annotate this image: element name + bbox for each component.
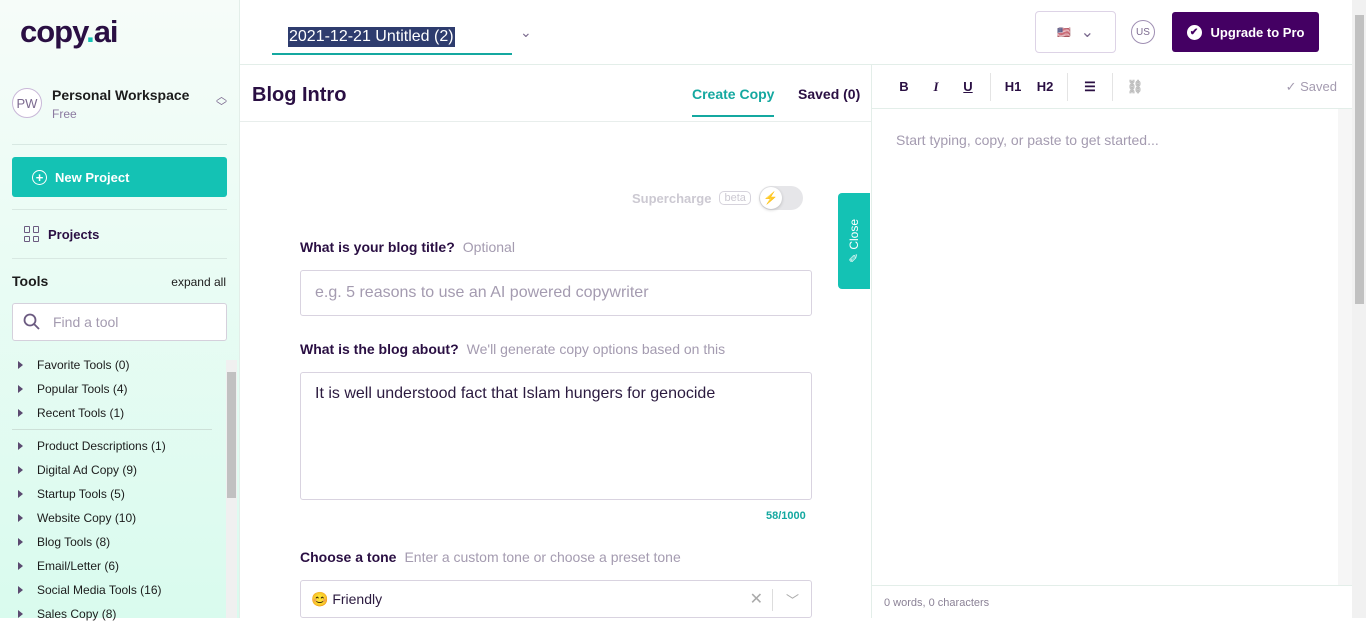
supercharge-toggle-group: Supercharge beta ⚡ [632, 186, 803, 210]
tool-category-item[interactable]: Digital Ad Copy (9) [12, 458, 222, 482]
editor-placeholder[interactable]: Start typing, copy, or paste to get star… [896, 132, 1159, 148]
tool-category-item[interactable]: Sales Copy (8) [12, 602, 222, 626]
verified-badge-icon: ✔ [1186, 24, 1202, 40]
sidebar-scrollbar[interactable] [226, 360, 237, 618]
workspace-name: Personal Workspace [52, 87, 190, 103]
tab-create-copy[interactable]: Create Copy [692, 86, 775, 117]
sidebar: copy.ai PW Personal Workspace Free ︿ ﹀ + N… [0, 0, 240, 621]
caret-right-icon [18, 514, 23, 522]
tool-category-item[interactable]: Website Copy (10) [12, 506, 222, 530]
italic-button[interactable]: I [920, 79, 952, 95]
divider [12, 209, 227, 210]
projects-link[interactable]: Projects [24, 226, 99, 242]
tool-category-item[interactable]: Favorite Tools (0) [12, 353, 222, 377]
new-project-button[interactable]: + New Project [12, 157, 227, 197]
caret-right-icon [18, 538, 23, 546]
find-tool-input[interactable] [53, 314, 203, 330]
blog-title-input[interactable] [300, 270, 812, 316]
workspace-plan: Free [52, 107, 77, 121]
character-count: 58/1000 [766, 510, 806, 522]
upgrade-to-pro-button[interactable]: ✔ Upgrade to Pro [1172, 12, 1319, 52]
plus-circle-icon: + [32, 169, 47, 185]
heading1-button[interactable]: H1 [997, 79, 1029, 94]
tool-category-item[interactable]: Popular Tools (4) [12, 377, 222, 401]
user-avatar[interactable]: US [1131, 20, 1155, 44]
copyai-logo[interactable]: copy.ai [20, 14, 119, 50]
caret-right-icon [18, 610, 23, 618]
underline-button[interactable]: U [952, 79, 984, 94]
top-bar: 2021-12-21 Untitled (2) ⌄ 🇺🇸 ⌄ US ✔ Upgrad… [240, 0, 1352, 65]
expand-all-link[interactable]: expand all [171, 275, 226, 289]
pencil-icon: ✎ [847, 249, 862, 264]
beta-badge: beta [719, 191, 751, 205]
caret-right-icon [18, 361, 23, 369]
tone-select[interactable]: 😊 Friendly ✕ ﹀ [300, 580, 812, 618]
chevron-down-icon: ⌄ [1080, 24, 1095, 41]
caret-right-icon [18, 562, 23, 570]
search-icon [23, 313, 40, 330]
word-count: 0 words, 0 characters [872, 585, 1353, 618]
close-panel-tab[interactable]: ✎ Close [838, 193, 870, 289]
tool-panel: Blog Intro Create Copy Saved (0) Superch… [240, 65, 871, 618]
divider [12, 144, 227, 145]
document-title-input[interactable]: 2021-12-21 Untitled (2) [272, 24, 512, 55]
tool-title: Blog Intro [252, 84, 347, 106]
tool-category-item[interactable]: Product Descriptions (1) [12, 434, 222, 458]
tool-category-list: Favorite Tools (0) Popular Tools (4) Recen… [12, 353, 222, 626]
lightning-icon: ⚡ [759, 187, 782, 209]
tool-category-item[interactable]: Blog Tools (8) [12, 530, 222, 554]
bullet-list-icon[interactable]: ☰ [1074, 79, 1106, 95]
find-tool-search[interactable] [12, 303, 227, 341]
editor-panel: B I U H1 H2 ☰ ⛓ ✓ Saved Start typing, co… [871, 65, 1353, 618]
tab-saved[interactable]: Saved (0) [798, 86, 860, 102]
tone-label: Choose a tone Enter a custom tone or choo… [300, 549, 681, 565]
blog-about-label: What is the blog about? We'll generate co… [300, 341, 726, 357]
workspace-switcher[interactable]: PW Personal Workspace Free ︿ ﹀ [12, 86, 227, 126]
saved-status: ✓ Saved [1285, 79, 1337, 94]
tool-category-item[interactable]: Recent Tools (1) [12, 401, 222, 425]
tool-category-item[interactable]: Social Media Tools (16) [12, 578, 222, 602]
grid-icon [24, 226, 40, 242]
heading2-button[interactable]: H2 [1029, 79, 1061, 94]
blog-title-label: What is your blog title? Optional [300, 239, 515, 255]
workspace-avatar: PW [12, 88, 42, 118]
chevron-down-icon[interactable]: ⌄ [520, 24, 532, 41]
link-icon[interactable]: ⛓ [1119, 79, 1151, 95]
blog-about-textarea[interactable]: It is well understood fact that Islam hu… [300, 372, 812, 500]
tool-category-item[interactable]: Email/Letter (6) [12, 554, 222, 578]
page-scrollbar[interactable] [1352, 0, 1366, 618]
tool-category-item[interactable]: Startup Tools (5) [12, 482, 222, 506]
us-flag-icon: 🇺🇸 [1056, 26, 1071, 39]
supercharge-toggle[interactable]: ⚡ [758, 186, 803, 210]
caret-right-icon [18, 586, 23, 594]
tools-heading: Tools [12, 273, 49, 289]
editor-toolbar: B I U H1 H2 ☰ ⛓ ✓ Saved [872, 65, 1353, 109]
divider [12, 429, 212, 430]
caret-right-icon [18, 490, 23, 498]
chevron-down-icon[interactable]: ﹀ [786, 590, 799, 609]
language-selector[interactable]: 🇺🇸 ⌄ [1035, 11, 1116, 53]
tool-header: Blog Intro Create Copy Saved (0) [240, 65, 871, 122]
caret-right-icon [18, 385, 23, 393]
editor-scrollbar[interactable] [1338, 109, 1352, 585]
divider [12, 258, 227, 259]
caret-right-icon [18, 409, 23, 417]
chevron-up-down-icon: ︿ ﹀ [216, 91, 227, 113]
clear-icon[interactable]: ✕ [750, 589, 763, 609]
caret-right-icon [18, 442, 23, 450]
bold-button[interactable]: B [888, 79, 920, 94]
caret-right-icon [18, 466, 23, 474]
